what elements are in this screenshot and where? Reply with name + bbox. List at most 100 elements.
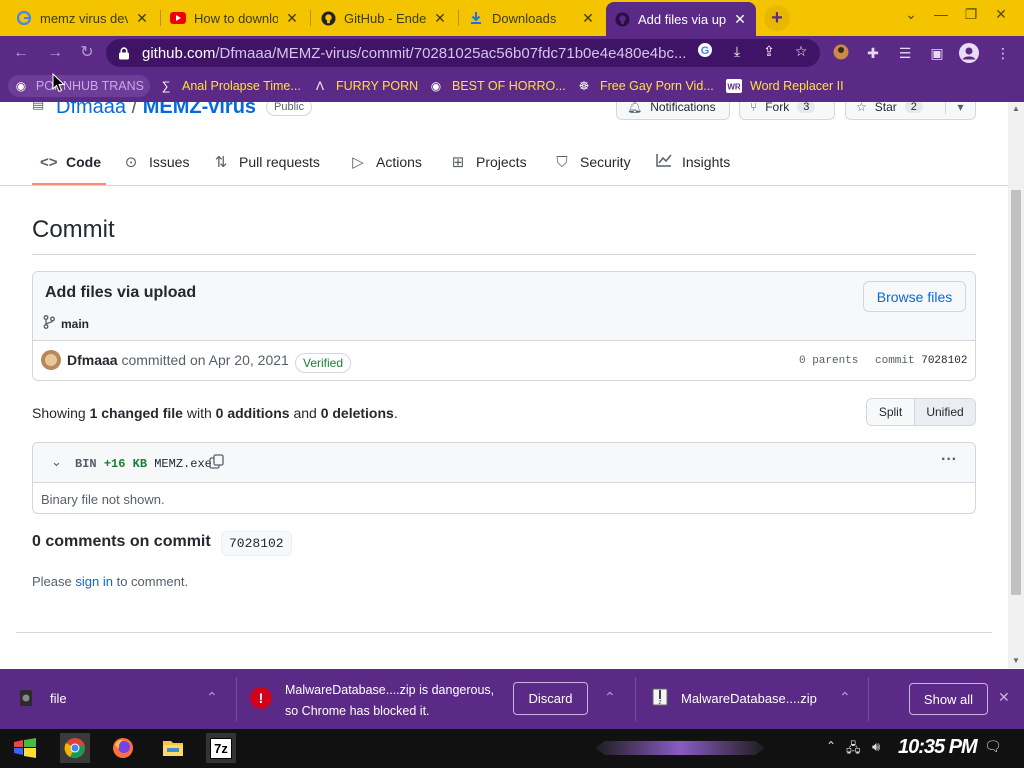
- scroll-down-arrow-icon[interactable]: ▼: [1011, 656, 1021, 665]
- share-icon[interactable]: ⇪: [760, 42, 778, 60]
- chevron-down-icon[interactable]: ⌄: [898, 6, 924, 28]
- chevron-down-icon[interactable]: ▾: [945, 102, 975, 114]
- close-icon[interactable]: ✕: [432, 10, 448, 27]
- close-icon[interactable]: ✕: [580, 10, 596, 27]
- shelf-separator: [868, 677, 869, 721]
- unified-button[interactable]: Unified: [914, 399, 975, 425]
- tab-pull-requests[interactable]: ⇅ Pull requests: [213, 150, 320, 174]
- chrome-taskbar-icon[interactable]: [60, 733, 90, 763]
- star-count: 2: [904, 102, 923, 113]
- discard-button[interactable]: Discard: [513, 682, 588, 715]
- code-icon: <>: [40, 153, 58, 171]
- author-link[interactable]: Dfmaaa: [67, 352, 118, 368]
- close-icon[interactable]: ✕: [732, 11, 748, 28]
- file-explorer-taskbar-icon[interactable]: [158, 733, 188, 763]
- tab-security[interactable]: ⛉ Security: [554, 150, 630, 174]
- heading-divider: [32, 254, 976, 255]
- tab-memz-search[interactable]: memz virus dev ✕: [8, 4, 158, 32]
- dangerous-download-warning: MalwareDatabase....zip is dangerous, so …: [285, 680, 494, 722]
- bookmark-star-icon[interactable]: ☆: [792, 42, 810, 60]
- volume-icon[interactable]: 🔊︎: [872, 739, 880, 755]
- 7zip-label: 7z: [210, 737, 232, 759]
- tab-projects[interactable]: ⊞ Projects: [450, 150, 527, 174]
- bookmark-item[interactable]: Λ FURRY PORN: [306, 75, 424, 97]
- 7zip-taskbar-icon[interactable]: 7z: [206, 733, 236, 763]
- repo-separator: /: [131, 102, 138, 118]
- download-item-zip[interactable]: Z MalwareDatabase....zip ⌃: [636, 669, 866, 729]
- commit-sha-label: commit: [875, 355, 915, 367]
- warning-text: so Chrome has blocked it.: [285, 704, 430, 718]
- sign-in-link[interactable]: sign in: [75, 574, 113, 589]
- scrollbar-thumb[interactable]: [1011, 190, 1021, 595]
- tab-commit-active[interactable]: Add files via up ✕: [606, 2, 756, 36]
- close-window-icon[interactable]: ✕: [988, 6, 1014, 28]
- extension-avatar-icon[interactable]: [832, 44, 850, 62]
- bookmark-item[interactable]: ◉ PORNHUB TRANS: [8, 75, 150, 97]
- tab-insights[interactable]: Insights: [656, 150, 730, 174]
- google-lens-icon[interactable]: G: [696, 42, 714, 60]
- start-button[interactable]: [10, 733, 40, 763]
- show-all-button[interactable]: Show all: [909, 683, 988, 715]
- profile-icon[interactable]: [958, 42, 980, 64]
- notification-center-icon[interactable]: 🗨︎: [984, 738, 1002, 755]
- browser-toolbar: ← → ↻ github.com/Dfmaaa/MEMZ-virus/commi…: [0, 36, 1024, 70]
- reload-icon[interactable]: ↻: [76, 42, 98, 64]
- notifications-button[interactable]: 🔔︎ Notifications: [616, 102, 730, 120]
- repo-name-link[interactable]: MEMZ-virus: [143, 102, 256, 118]
- bookmark-label: Free Gay Porn Vid...: [600, 79, 714, 93]
- browse-files-button[interactable]: Browse files: [863, 281, 966, 312]
- comments-sha: 7028102: [221, 531, 292, 556]
- tab-separator: [310, 10, 311, 26]
- file-name[interactable]: MEMZ.exe: [154, 457, 212, 471]
- bookmark-item[interactable]: ☸ Free Gay Porn Vid...: [570, 75, 720, 97]
- globe-icon: ◉: [430, 79, 442, 93]
- close-icon[interactable]: ✕: [284, 10, 300, 27]
- scroll-up-arrow-icon[interactable]: ▲: [1011, 104, 1021, 113]
- download-filename: file: [50, 691, 67, 706]
- repo-owner-link[interactable]: Dfmaaa: [56, 102, 126, 118]
- repo-icon: ▤: [32, 102, 45, 111]
- chevron-down-icon[interactable]: ⌄: [51, 454, 62, 470]
- globe-icon: ◉: [15, 79, 27, 93]
- forward-icon[interactable]: →: [44, 42, 66, 64]
- verified-badge[interactable]: Verified: [295, 353, 352, 373]
- bookmark-item[interactable]: WR Word Replacer II: [720, 75, 850, 97]
- tab-code[interactable]: <> Code: [40, 150, 101, 174]
- firefox-taskbar-icon[interactable]: [108, 733, 138, 763]
- chevron-up-icon[interactable]: ⌃: [206, 689, 218, 706]
- minimize-icon[interactable]: —: [928, 6, 954, 28]
- tab-actions[interactable]: ▷ Actions: [350, 150, 422, 174]
- side-panel-icon[interactable]: ▣: [928, 44, 946, 62]
- extensions-puzzle-icon[interactable]: ✚: [864, 44, 882, 62]
- bookmark-label: FURRY PORN: [336, 79, 419, 93]
- reading-list-icon[interactable]: ☰: [896, 44, 914, 62]
- install-icon[interactable]: ⤓: [728, 42, 746, 60]
- close-icon[interactable]: ✕: [134, 10, 150, 27]
- bookmark-item[interactable]: ◉ BEST OF HORRO...: [422, 75, 572, 97]
- close-icon[interactable]: ✕: [998, 689, 1010, 706]
- tab-downloads[interactable]: Downloads ✕: [460, 4, 604, 32]
- chevron-up-icon[interactable]: ⌃: [604, 689, 616, 706]
- back-icon[interactable]: ←: [10, 42, 32, 64]
- avatar[interactable]: [41, 350, 61, 370]
- network-icon[interactable]: 🖧︎: [846, 739, 861, 761]
- fork-button[interactable]: ⑂ Fork 3: [739, 102, 835, 120]
- download-item-file[interactable]: file ⌃: [0, 669, 236, 729]
- star-button[interactable]: ☆ Star 2 ▾: [845, 102, 976, 120]
- bell-icon: 🔔︎: [627, 102, 643, 114]
- restore-icon[interactable]: ❐: [958, 6, 984, 28]
- tab-youtube[interactable]: How to downlo ✕: [162, 4, 308, 32]
- split-button[interactable]: Split: [867, 399, 914, 425]
- system-clock[interactable]: 10:35 PM: [898, 736, 978, 759]
- bookmark-item[interactable]: ∑ Anal Prolapse Time...: [152, 75, 307, 97]
- chrome-menu-icon[interactable]: ⋮: [994, 44, 1012, 62]
- tab-issues[interactable]: ⊙ Issues: [123, 150, 190, 174]
- new-tab-button[interactable]: +: [764, 5, 790, 31]
- chevron-up-icon[interactable]: ⌃: [839, 689, 851, 706]
- kebab-menu-icon[interactable]: ···: [941, 451, 957, 469]
- changed-files-count[interactable]: 1 changed file: [90, 405, 183, 421]
- tray-chevron-up-icon[interactable]: ⌃: [826, 739, 836, 753]
- copy-icon[interactable]: [209, 454, 225, 470]
- tab-github[interactable]: GitHub - Ende ✕: [312, 4, 456, 32]
- download-shelf: file ⌃ ! MalwareDatabase....zip is dange…: [0, 669, 1024, 729]
